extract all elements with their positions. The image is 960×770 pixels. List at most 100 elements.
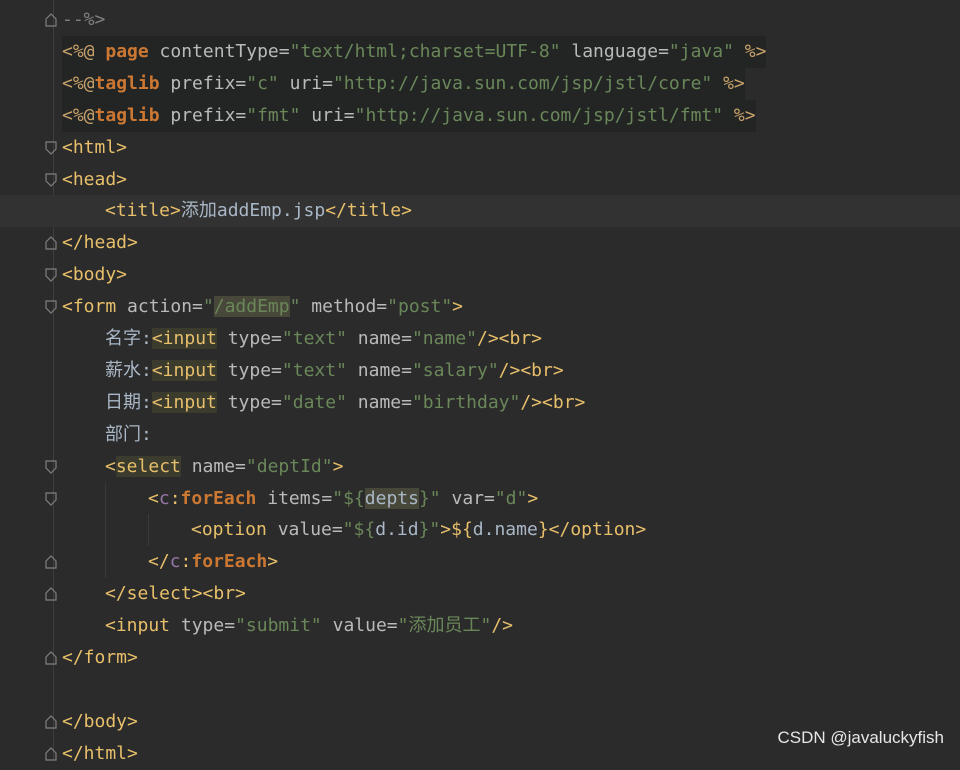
code-token: language= [560, 40, 669, 62]
code-token: "text" [281, 328, 347, 349]
code-token: "date" [281, 391, 347, 413]
code-token: name= [346, 359, 412, 381]
fold-end-icon[interactable] [45, 746, 57, 761]
code-token: taglib [94, 104, 160, 126]
code-token: prefix= [159, 104, 247, 126]
code-line[interactable]: <head> [0, 164, 960, 196]
fold-open-icon[interactable] [45, 268, 57, 283]
code-token: value= [266, 519, 343, 541]
code-text: <%@taglib prefix="c" uri="http://java.su… [62, 67, 745, 100]
code-token: "${ [332, 487, 365, 509]
code-token: <option [191, 519, 267, 541]
code-token: name= [346, 391, 412, 413]
code-token: forEach [180, 487, 257, 509]
code-token: <title> [105, 200, 181, 222]
code-token: name= [346, 328, 412, 349]
fold-open-icon[interactable] [45, 459, 57, 474]
code-token: </html> [62, 742, 138, 764]
code-token: < [105, 455, 116, 477]
code-token: /> [491, 615, 513, 637]
fold-end-icon[interactable] [45, 587, 57, 601]
code-token: "${ [342, 519, 376, 541]
code-token: "text" [281, 359, 347, 381]
code-line[interactable]: <title>添加addEmp.jsp</title> [0, 195, 960, 228]
code-text: <body> [62, 259, 127, 291]
code-token: }" [418, 519, 441, 541]
code-token: <body> [62, 264, 128, 286]
code-text: </form> [62, 642, 138, 674]
code-token: --%> [62, 9, 106, 30]
code-token: %> [723, 104, 756, 126]
fold-open-icon[interactable] [45, 140, 57, 155]
code-token: >${ [440, 519, 473, 541]
code-token: /><br> [520, 391, 586, 413]
code-token: " [397, 615, 409, 637]
code-line[interactable]: <%@taglib prefix="c" uri="http://java.su… [0, 67, 960, 100]
code-line[interactable]: <body> [0, 259, 960, 291]
fold-end-icon[interactable] [45, 651, 57, 665]
fold-open-icon[interactable] [45, 300, 57, 314]
fold-end-icon[interactable] [45, 13, 57, 27]
code-token: </select><br> [105, 583, 246, 605]
code-token: "c" [246, 72, 279, 94]
code-token: type= [216, 328, 282, 349]
code-line[interactable]: <option value="${d.id}">${d.name}</optio… [0, 514, 960, 546]
code-token: "text/html;charset=UTF-8" [289, 40, 561, 62]
code-line[interactable]: <%@taglib prefix="fmt" uri="http://java.… [0, 99, 960, 132]
code-token: </ [148, 551, 170, 573]
code-line[interactable]: </c:forEach> [0, 546, 960, 578]
code-line[interactable]: </form> [0, 642, 960, 674]
code-text: </select><br> [105, 578, 246, 610]
code-text: 薪水:<input type="text" name="salary"/><br… [105, 355, 564, 387]
code-line[interactable]: <%@ page contentType="text/html;charset=… [0, 35, 960, 68]
code-text: <head> [62, 164, 127, 196]
code-editor[interactable]: --%> <%@ page contentType="text/html;char… [0, 0, 960, 764]
code-token: </title> [325, 200, 412, 222]
code-token: "post" [387, 296, 453, 318]
code-token: > [452, 296, 464, 318]
code-token: } [537, 519, 549, 541]
fold-end-icon[interactable] [45, 714, 57, 729]
code-token: : [180, 551, 192, 573]
code-line[interactable]: --%> [0, 4, 960, 36]
code-line[interactable]: <select name="deptId"> [0, 451, 960, 483]
code-text: <input type="submit" value="添加员工"/> [105, 610, 513, 642]
fold-open-icon[interactable] [45, 491, 57, 506]
fold-end-icon[interactable] [45, 555, 57, 569]
code-line[interactable]: <html> [0, 132, 960, 164]
code-token: var= [440, 487, 495, 509]
code-line[interactable]: 薪水:<input type="text" name="salary"/><br… [0, 355, 960, 387]
code-text: </c:forEach> [148, 546, 278, 578]
code-text: <c:forEach items="${depts}" var="d"> [148, 483, 538, 515]
code-token: </option> [548, 519, 647, 541]
code-token: </form> [62, 647, 138, 668]
code-text: --%> [62, 4, 105, 36]
code-token: <%@ [62, 72, 95, 94]
code-line[interactable]: </select><br> [0, 578, 960, 610]
code-token: 日期 [105, 391, 141, 413]
code-token: c [158, 487, 170, 509]
code-token: "http://java.sun.com/jsp/jstl/fmt" [354, 104, 724, 126]
code-token: <html> [62, 136, 128, 158]
watermark: CSDN @javaluckyfish [777, 728, 944, 747]
code-token: name= [180, 455, 246, 477]
code-line[interactable]: 部门: [0, 419, 960, 451]
code-line[interactable] [0, 674, 960, 706]
code-token: " [289, 296, 301, 318]
fold-end-icon[interactable] [45, 236, 57, 250]
code-token: value= [321, 615, 398, 637]
fold-open-icon[interactable] [45, 172, 57, 187]
code-line[interactable]: <c:forEach items="${depts}" var="d"> [0, 483, 960, 515]
code-token: <%@ [62, 104, 95, 126]
code-line[interactable]: <form action="/addEmp" method="post"> [0, 291, 960, 323]
code-line[interactable]: 日期:<input type="date" name="birthday"/><… [0, 387, 960, 419]
code-token: "submit" [235, 615, 322, 637]
code-line[interactable]: 名字:<input type="text" name="name"/><br> [0, 323, 960, 355]
code-token: depts [364, 487, 419, 509]
code-line[interactable]: </head> [0, 227, 960, 259]
code-text: </html> [62, 738, 138, 770]
code-line[interactable]: <input type="submit" value="添加员工"/> [0, 610, 960, 642]
code-text: <html> [62, 132, 127, 164]
code-token: items= [256, 487, 333, 509]
code-token: type= [216, 391, 282, 413]
